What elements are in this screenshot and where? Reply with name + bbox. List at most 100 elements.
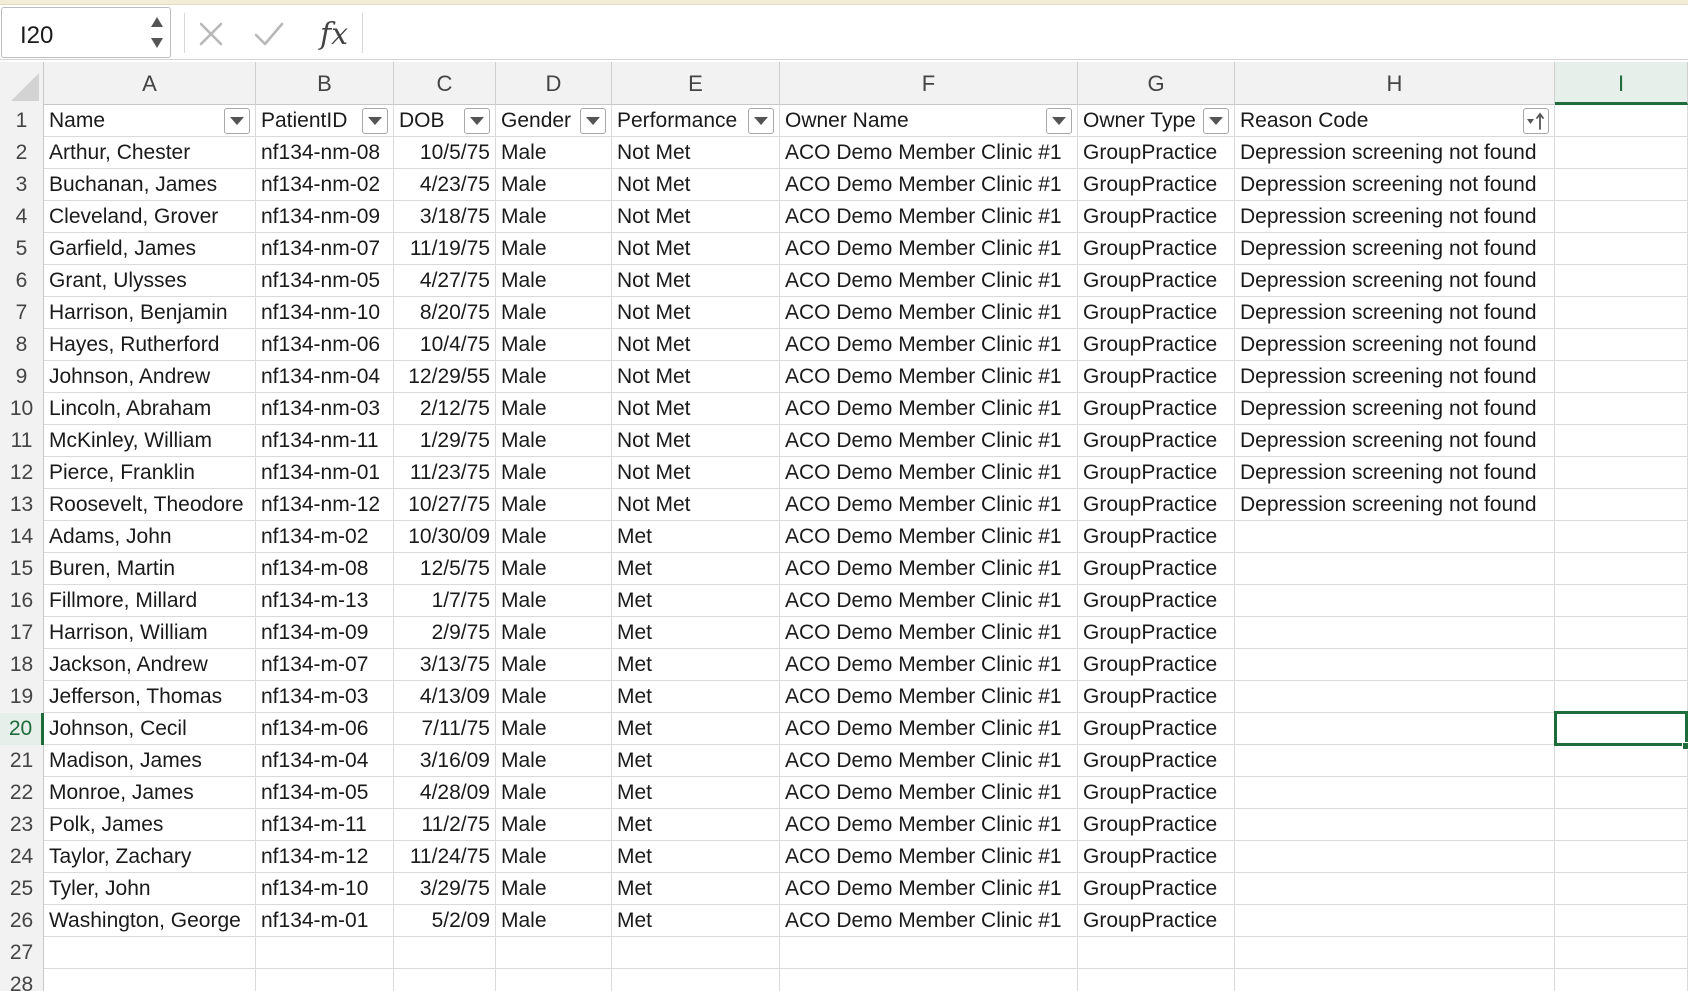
cell-d11[interactable]: Male [496,425,612,457]
cell-e16[interactable]: Met [612,585,780,617]
cell-h8[interactable]: Depression screening not found [1235,329,1555,361]
cell-d17[interactable]: Male [496,617,612,649]
row-header-25[interactable]: 25 [0,873,44,905]
cell-b23[interactable]: nf134-m-11 [256,809,394,841]
cell-h14[interactable] [1235,521,1555,553]
cell-i26[interactable] [1555,905,1688,937]
column-header-f[interactable]: F [780,62,1078,105]
fill-handle[interactable] [1682,742,1688,750]
cell-c5[interactable]: 11/19/75 [394,233,496,265]
cell-i1[interactable] [1555,105,1688,137]
cell-g13[interactable]: GroupPractice [1078,489,1235,521]
cell-h7[interactable]: Depression screening not found [1235,297,1555,329]
cell-e27[interactable] [612,937,780,969]
cell-f12[interactable]: ACO Demo Member Clinic #1 [780,457,1078,489]
cell-i14[interactable] [1555,521,1688,553]
row-header-6[interactable]: 6 [0,265,44,297]
cell-i11[interactable] [1555,425,1688,457]
cell-b20[interactable]: nf134-m-06 [256,713,394,745]
cell-i7[interactable] [1555,297,1688,329]
cell-g8[interactable]: GroupPractice [1078,329,1235,361]
cell-h19[interactable] [1235,681,1555,713]
cell-a18[interactable]: Jackson, Andrew [44,649,256,681]
cell-g15[interactable]: GroupPractice [1078,553,1235,585]
cell-f8[interactable]: ACO Demo Member Clinic #1 [780,329,1078,361]
cell-c17[interactable]: 2/9/75 [394,617,496,649]
cell-g26[interactable]: GroupPractice [1078,905,1235,937]
cell-a20[interactable]: Johnson, Cecil [44,713,256,745]
cell-b4[interactable]: nf134-nm-09 [256,201,394,233]
cell-e19[interactable]: Met [612,681,780,713]
row-header-3[interactable]: 3 [0,169,44,201]
column-header-i[interactable]: I [1555,62,1688,105]
row-header-20[interactable]: 20 [0,713,44,745]
row-header-4[interactable]: 4 [0,201,44,233]
cell-e9[interactable]: Not Met [612,361,780,393]
cell-i5[interactable] [1555,233,1688,265]
cell-d7[interactable]: Male [496,297,612,329]
cell-c21[interactable]: 3/16/09 [394,745,496,777]
cell-f16[interactable]: ACO Demo Member Clinic #1 [780,585,1078,617]
cell-g19[interactable]: GroupPractice [1078,681,1235,713]
cell-g7[interactable]: GroupPractice [1078,297,1235,329]
cell-e10[interactable]: Not Met [612,393,780,425]
formula-input[interactable] [366,11,1676,55]
cell-h23[interactable] [1235,809,1555,841]
row-header-13[interactable]: 13 [0,489,44,521]
cell-e13[interactable]: Not Met [612,489,780,521]
cell-h27[interactable] [1235,937,1555,969]
cell-f28[interactable] [780,969,1078,991]
cell-c14[interactable]: 10/30/09 [394,521,496,553]
cell-g22[interactable]: GroupPractice [1078,777,1235,809]
cell-f25[interactable]: ACO Demo Member Clinic #1 [780,873,1078,905]
cell-c12[interactable]: 11/23/75 [394,457,496,489]
filter-dropdown-icon[interactable] [224,108,250,134]
cell-c20[interactable]: 7/11/75 [394,713,496,745]
cell-b10[interactable]: nf134-nm-03 [256,393,394,425]
cell-b17[interactable]: nf134-m-09 [256,617,394,649]
cell-g17[interactable]: GroupPractice [1078,617,1235,649]
cell-d19[interactable]: Male [496,681,612,713]
cell-f10[interactable]: ACO Demo Member Clinic #1 [780,393,1078,425]
row-header-7[interactable]: 7 [0,297,44,329]
cell-h21[interactable] [1235,745,1555,777]
row-header-28[interactable]: 28 [0,969,44,991]
check-icon[interactable] [250,15,288,53]
cell-a19[interactable]: Jefferson, Thomas [44,681,256,713]
filter-dropdown-icon[interactable] [748,108,774,134]
cell-b7[interactable]: nf134-nm-10 [256,297,394,329]
cell-c10[interactable]: 2/12/75 [394,393,496,425]
filter-dropdown-icon[interactable] [1203,108,1229,134]
cell-d16[interactable]: Male [496,585,612,617]
cell-b14[interactable]: nf134-m-02 [256,521,394,553]
cell-c25[interactable]: 3/29/75 [394,873,496,905]
cell-h16[interactable] [1235,585,1555,617]
cell-d8[interactable]: Male [496,329,612,361]
cell-a1[interactable]: Name [44,105,256,137]
cell-c11[interactable]: 1/29/75 [394,425,496,457]
cell-e1[interactable]: Performance [612,105,780,137]
cell-h3[interactable]: Depression screening not found [1235,169,1555,201]
cell-a22[interactable]: Monroe, James [44,777,256,809]
cell-g24[interactable]: GroupPractice [1078,841,1235,873]
cell-e21[interactable]: Met [612,745,780,777]
cell-b21[interactable]: nf134-m-04 [256,745,394,777]
row-header-22[interactable]: 22 [0,777,44,809]
cell-i24[interactable] [1555,841,1688,873]
cell-i28[interactable] [1555,969,1688,991]
cell-i9[interactable] [1555,361,1688,393]
cell-d6[interactable]: Male [496,265,612,297]
cell-f5[interactable]: ACO Demo Member Clinic #1 [780,233,1078,265]
row-header-12[interactable]: 12 [0,457,44,489]
cell-a27[interactable] [44,937,256,969]
cell-f7[interactable]: ACO Demo Member Clinic #1 [780,297,1078,329]
cell-i18[interactable] [1555,649,1688,681]
cell-h5[interactable]: Depression screening not found [1235,233,1555,265]
cell-i13[interactable] [1555,489,1688,521]
cell-b28[interactable] [256,969,394,991]
cell-e5[interactable]: Not Met [612,233,780,265]
cell-g11[interactable]: GroupPractice [1078,425,1235,457]
cell-h26[interactable] [1235,905,1555,937]
cell-c8[interactable]: 10/4/75 [394,329,496,361]
cell-a12[interactable]: Pierce, Franklin [44,457,256,489]
